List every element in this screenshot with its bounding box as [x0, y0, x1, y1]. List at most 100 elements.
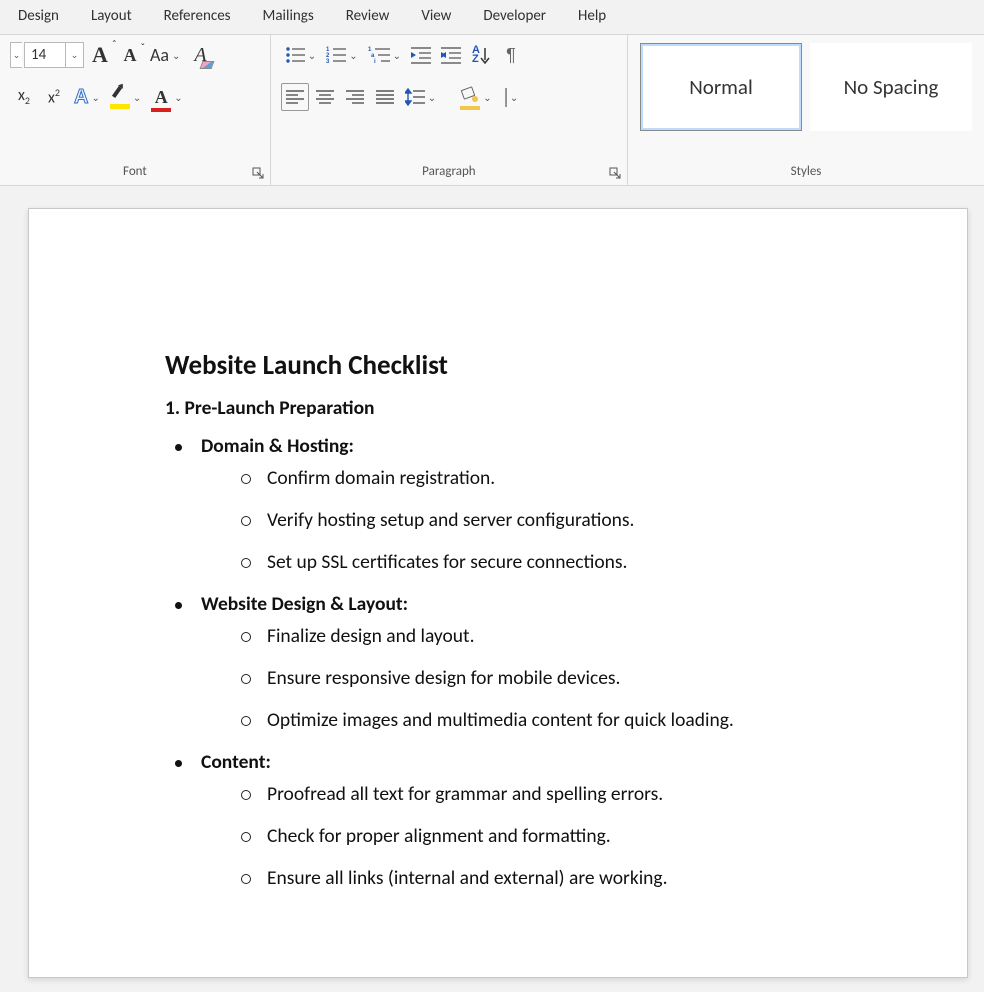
tab-layout[interactable]: Layout — [75, 1, 148, 33]
sub-item[interactable]: Verify hosting setup and server configur… — [267, 508, 917, 532]
group-label-paragraph: Paragraph — [422, 164, 475, 179]
justify-button[interactable] — [371, 83, 399, 111]
chevron-down-icon: ⌄ — [428, 91, 436, 104]
decrease-indent-button[interactable] — [407, 41, 435, 69]
svg-text:i: i — [374, 59, 376, 64]
font-size-input[interactable]: 14 ⌄ — [24, 42, 84, 68]
increase-indent-button[interactable] — [437, 41, 465, 69]
sub-item[interactable]: Proofread all text for grammar and spell… — [267, 782, 917, 806]
style-normal[interactable]: Normal — [640, 43, 802, 131]
numbering-icon: 123 — [326, 46, 346, 64]
align-center-icon — [316, 89, 334, 105]
chevron-down-icon: ⌄ — [483, 91, 491, 104]
shrink-font-button[interactable]: Aˇ — [116, 41, 144, 69]
multilevel-list-icon: 1ai — [368, 46, 390, 64]
show-paragraph-marks-button[interactable]: ¶ — [497, 41, 525, 69]
numbering-button[interactable]: 123 ⌄ — [322, 41, 361, 69]
document-page[interactable]: Website Launch Checklist 1. Pre-Launch P… — [28, 208, 968, 978]
multilevel-list-button[interactable]: 1ai ⌄ — [364, 41, 405, 69]
tab-developer[interactable]: Developer — [467, 1, 562, 33]
group-label-styles: Styles — [791, 164, 822, 179]
tab-design[interactable]: Design — [2, 1, 75, 33]
style-no-spacing[interactable]: No Spacing — [810, 43, 972, 131]
bullet-label[interactable]: Website Design & Layout: — [201, 592, 408, 616]
pilcrow-icon: ¶ — [506, 45, 516, 66]
grow-font-button[interactable]: Aˆ — [86, 41, 114, 69]
font-family-dropdown-edge[interactable]: ⌄ — [10, 42, 22, 68]
document-area[interactable]: Website Launch Checklist 1. Pre-Launch P… — [0, 186, 984, 992]
bullet-label[interactable]: Domain & Hosting: — [201, 434, 354, 458]
bullet-domain-hosting[interactable]: Domain & Hosting: Confirm domain registr… — [201, 434, 917, 574]
clear-formatting-icon: A — [194, 44, 206, 67]
group-styles: Normal No Spacing Styles — [628, 35, 984, 185]
align-left-icon — [286, 89, 304, 105]
grow-font-icon: Aˆ — [92, 42, 108, 68]
tab-mailings[interactable]: Mailings — [247, 1, 330, 33]
chevron-down-icon: ⌄ — [510, 91, 518, 104]
sub-item[interactable]: Ensure responsive design for mobile devi… — [267, 666, 917, 690]
bullets-icon — [285, 46, 305, 64]
increase-indent-icon — [441, 46, 461, 64]
font-dialog-launcher[interactable] — [252, 167, 264, 179]
bullet-design-layout[interactable]: Website Design & Layout: Finalize design… — [201, 592, 917, 732]
arrow-down-icon — [480, 46, 490, 64]
group-label-font: Font — [123, 164, 147, 179]
chevron-down-icon: ⌄ — [393, 49, 401, 62]
change-case-button[interactable]: Aa ⌄ — [146, 41, 184, 69]
style-no-spacing-label: No Spacing — [844, 74, 939, 100]
sort-button[interactable]: AZ — [467, 41, 495, 69]
tab-view[interactable]: View — [405, 1, 467, 33]
shading-button[interactable]: ⌄ — [456, 83, 495, 111]
chevron-down-icon: ⌄ — [349, 49, 357, 62]
align-center-button[interactable] — [311, 83, 339, 111]
tab-review[interactable]: Review — [330, 1, 406, 33]
group-paragraph: ⌄ 123 ⌄ 1ai ⌄ — [271, 35, 628, 185]
subscript-button[interactable]: x2 — [10, 83, 38, 111]
ribbon-tabs: Design Layout References Mailings Review… — [0, 0, 984, 34]
paragraph-dialog-launcher[interactable] — [609, 167, 621, 179]
change-case-icon: Aa — [150, 44, 169, 66]
superscript-icon: x2 — [48, 86, 60, 107]
ribbon: ⌄ 14 ⌄ Aˆ Aˇ Aa ⌄ A — [0, 34, 984, 186]
bullets-button[interactable]: ⌄ — [281, 41, 320, 69]
sub-item[interactable]: Finalize design and layout. — [267, 624, 917, 648]
bullet-label[interactable]: Content: — [201, 750, 271, 774]
bullet-content[interactable]: Content: Proofread all text for grammar … — [201, 750, 917, 890]
decrease-indent-icon — [411, 46, 431, 64]
chevron-down-icon: ⌄ — [172, 49, 180, 62]
sub-item[interactable]: Confirm domain registration. — [267, 466, 917, 490]
chevron-down-icon: ⌄ — [133, 91, 141, 104]
justify-icon — [376, 89, 394, 105]
font-size-value[interactable]: 14 — [25, 46, 65, 64]
group-font: ⌄ 14 ⌄ Aˆ Aˇ Aa ⌄ A — [0, 35, 271, 185]
line-spacing-button[interactable]: ⌄ — [401, 83, 440, 111]
highlight-button[interactable]: ⌄ — [106, 83, 145, 111]
shrink-font-icon: Aˇ — [124, 45, 137, 66]
highlight-icon — [110, 88, 130, 106]
align-left-button[interactable] — [281, 83, 309, 111]
align-right-button[interactable] — [341, 83, 369, 111]
svg-text:3: 3 — [326, 59, 330, 64]
chevron-down-icon: ⌄ — [174, 91, 182, 104]
clear-formatting-button[interactable]: A — [186, 41, 214, 69]
line-spacing-icon — [405, 88, 425, 106]
borders-button[interactable]: ⌄ — [498, 83, 526, 111]
font-color-button[interactable]: A ⌄ — [147, 83, 186, 111]
font-size-dropdown-icon[interactable]: ⌄ — [65, 43, 83, 67]
sub-item[interactable]: Check for proper alignment and formattin… — [267, 824, 917, 848]
align-right-icon — [346, 89, 364, 105]
sort-icon: AZ — [472, 46, 480, 65]
borders-icon — [505, 89, 507, 106]
section-heading[interactable]: 1. Pre-Launch Preparation — [165, 396, 917, 420]
sub-item[interactable]: Set up SSL certificates for secure conne… — [267, 550, 917, 574]
font-color-icon: A — [151, 87, 171, 108]
tab-help[interactable]: Help — [562, 1, 622, 33]
sub-item[interactable]: Optimize images and multimedia content f… — [267, 708, 917, 732]
text-effects-button[interactable]: A ⌄ — [70, 83, 104, 111]
text-effects-icon: A — [74, 86, 88, 109]
superscript-button[interactable]: x2 — [40, 83, 68, 111]
style-normal-label: Normal — [689, 74, 753, 100]
doc-title[interactable]: Website Launch Checklist — [165, 349, 917, 382]
sub-item[interactable]: Ensure all links (internal and external)… — [267, 866, 917, 890]
tab-references[interactable]: References — [148, 1, 247, 33]
